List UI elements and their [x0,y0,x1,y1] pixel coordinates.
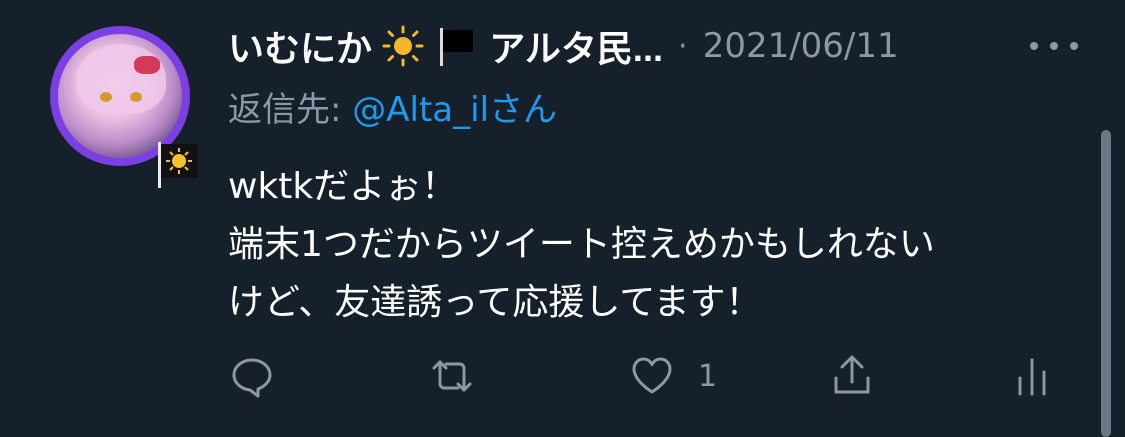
like-button[interactable]: 1 [628,348,717,404]
tweet-text-line: けど、友達誘って応援してます！ [228,282,762,323]
more-options-icon[interactable] [1026,36,1082,56]
analytics-button[interactable] [1008,348,1056,404]
reply-icon [232,358,272,398]
author-name[interactable]: いむにか [228,20,372,72]
like-count: 1 [698,358,718,394]
scrollbar[interactable] [1101,130,1111,437]
tweet[interactable]: いむにか アルタ民... · 2021/06/11 返信先: @Alta_ilさ… [0,0,1125,437]
black-flag-emoji-icon [440,28,474,66]
tweet-text-line: 端末1つだからツイート控えめかもしれない [228,224,935,265]
retweet-icon [432,360,472,392]
avatar-hair [76,44,166,114]
retweet-button[interactable] [428,348,476,404]
flag-badge-icon [158,142,198,188]
tweet-date[interactable]: 2021/06/11 [703,26,899,66]
share-button[interactable] [828,348,876,404]
reply-prefix: 返信先: [228,90,353,130]
action-bar: 1 [228,348,1058,404]
author-name-suffix[interactable]: アルタ民... [489,20,663,72]
avatar[interactable] [50,26,198,188]
tweet-text: wktkだよぉ！ 端末1つだからツイート控えめかもしれない けど、友達誘って応援… [228,158,1078,332]
heart-icon [632,357,672,394]
avatar-bow [134,56,160,74]
tweet-text-line: wktkだよぉ！ [228,166,458,207]
sun-emoji-icon [382,25,424,67]
reply-context: 返信先: @Alta_ilさん [228,82,557,131]
avatar-eye-right [130,92,142,102]
reply-button[interactable] [228,348,276,404]
share-icon [834,355,870,394]
header-separator: · [678,28,688,64]
tweet-header: いむにか アルタ民... · 2021/06/11 [228,20,899,70]
analytics-icon [1018,358,1046,396]
avatar-eye-left [100,92,112,102]
reply-handle-link[interactable]: @Alta_il [352,90,489,130]
reply-suffix: さん [489,90,558,130]
